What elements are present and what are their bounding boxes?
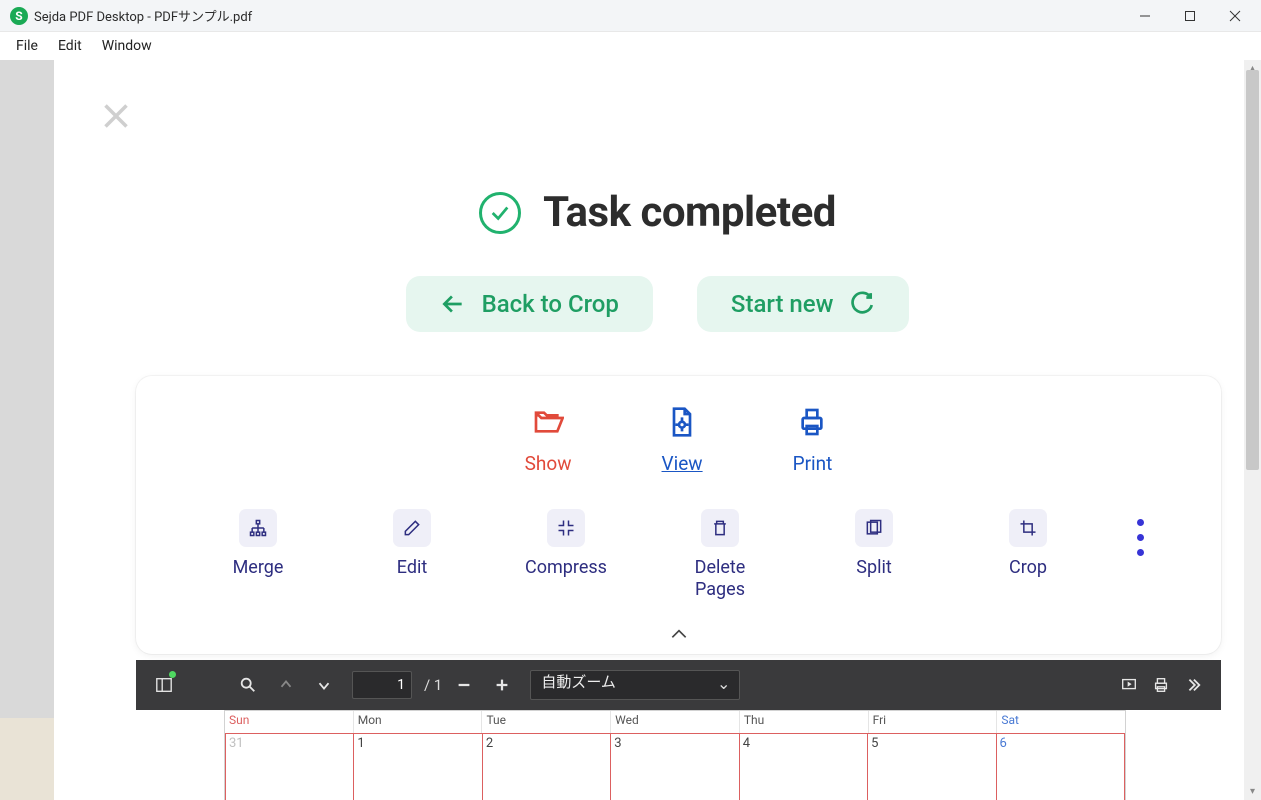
presentation-button[interactable]: [1113, 669, 1145, 701]
vertical-scrollbar[interactable]: ▴ ▾: [1244, 60, 1261, 800]
edit-button[interactable]: Edit: [367, 509, 457, 579]
more-toolbar-button[interactable]: [1177, 669, 1209, 701]
refresh-icon: [849, 291, 875, 317]
pdf-file-icon: [666, 406, 698, 442]
task-heading: Task completed: [543, 188, 836, 237]
chevron-up-icon: [669, 626, 689, 642]
cal-header-sun: Sun: [225, 711, 354, 733]
cal-header-thu: Thu: [740, 711, 869, 733]
crop-icon: [1009, 509, 1047, 547]
minimize-button[interactable]: [1122, 0, 1167, 32]
view-button[interactable]: View: [662, 406, 703, 475]
pencil-icon: [393, 509, 431, 547]
split-button[interactable]: Split: [829, 509, 919, 579]
window-title: Sejda PDF Desktop - PDFサンプル.pdf: [34, 6, 1122, 25]
cal-header-fri: Fri: [869, 711, 998, 733]
cal-header-wed: Wed: [611, 711, 740, 733]
arrow-left-icon: [440, 291, 466, 317]
left-gutter: [0, 60, 54, 800]
back-label: Back to Crop: [482, 290, 619, 318]
delete-pages-button[interactable]: Delete Pages: [675, 509, 765, 600]
view-label: View: [662, 452, 703, 475]
maximize-button[interactable]: [1167, 0, 1212, 32]
titlebar: S Sejda PDF Desktop - PDFサンプル.pdf: [0, 0, 1261, 32]
cal-cell: 4: [740, 733, 868, 800]
zoom-out-button[interactable]: [448, 669, 480, 701]
cal-cell: 6: [997, 733, 1125, 800]
pdf-viewer-toolbar: / 1 自動ズーム: [136, 660, 1221, 710]
cal-header-tue: Tue: [482, 711, 611, 733]
back-to-crop-button[interactable]: Back to Crop: [406, 276, 653, 332]
trash-icon: [701, 509, 739, 547]
page-number-input[interactable]: [352, 671, 412, 699]
delete-pages-label: Delete Pages: [675, 557, 765, 600]
show-button[interactable]: Show: [525, 406, 572, 475]
compress-button[interactable]: Compress: [521, 509, 611, 579]
menubar: File Edit Window: [0, 32, 1261, 60]
crop-label: Crop: [1009, 557, 1047, 579]
folder-open-icon: [532, 406, 564, 442]
compress-label: Compress: [525, 557, 607, 579]
menu-edit[interactable]: Edit: [48, 34, 92, 58]
pdf-page-preview: Sun Mon Tue Wed Thu Fri Sat 31 1 2 3 4 5…: [224, 710, 1126, 800]
print-label: Print: [793, 452, 833, 475]
split-icon: [855, 509, 893, 547]
split-label: Split: [856, 557, 891, 579]
start-label: Start new: [731, 290, 834, 318]
scroll-thumb[interactable]: [1246, 70, 1259, 470]
page-total: / 1: [424, 676, 442, 694]
cal-cell: 31: [225, 733, 354, 800]
zoom-in-button[interactable]: [486, 669, 518, 701]
zoom-select[interactable]: 自動ズーム: [530, 670, 740, 700]
collapse-button[interactable]: [156, 620, 1201, 644]
cal-cell: 5: [868, 733, 996, 800]
printer-icon: [796, 406, 828, 442]
menu-file[interactable]: File: [6, 34, 48, 58]
close-icon[interactable]: [102, 102, 130, 134]
cal-header-mon: Mon: [354, 711, 483, 733]
close-button[interactable]: [1212, 0, 1257, 32]
checkmark-icon: [479, 192, 521, 234]
app-icon: S: [10, 7, 28, 25]
print-button[interactable]: Print: [793, 406, 833, 475]
sidebar-toggle-button[interactable]: [148, 669, 180, 701]
task-completed-header: Task completed: [54, 188, 1261, 237]
print-toolbar-button[interactable]: [1145, 669, 1177, 701]
prev-page-button[interactable]: [270, 669, 302, 701]
start-new-button[interactable]: Start new: [697, 276, 910, 332]
menu-window[interactable]: Window: [92, 34, 162, 58]
show-label: Show: [525, 452, 572, 475]
crop-button[interactable]: Crop: [983, 509, 1073, 579]
cal-cell: 3: [611, 733, 739, 800]
content-area: Task completed Back to Crop Start new Sh…: [54, 60, 1261, 800]
search-button[interactable]: [232, 669, 264, 701]
cal-cell: 2: [483, 733, 611, 800]
tool-card: Show View Print Merge Edit: [136, 376, 1221, 654]
edit-label: Edit: [397, 557, 427, 579]
merge-icon: [239, 509, 277, 547]
cal-cell: 1: [354, 733, 482, 800]
merge-label: Merge: [233, 557, 284, 579]
next-page-button[interactable]: [308, 669, 340, 701]
compress-icon: [547, 509, 585, 547]
cal-header-sat: Sat: [997, 711, 1125, 733]
merge-button[interactable]: Merge: [213, 509, 303, 579]
scroll-down-arrow[interactable]: ▾: [1244, 783, 1261, 800]
more-tools-button[interactable]: [1137, 509, 1144, 556]
